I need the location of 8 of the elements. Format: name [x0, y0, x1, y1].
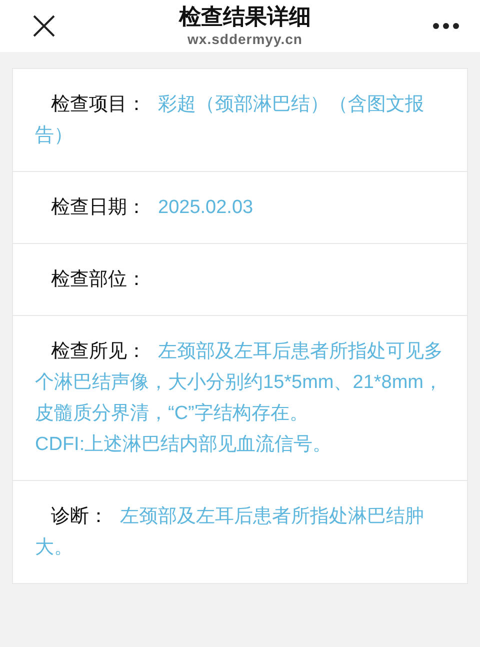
site-domain: wx.sddermyy.cn — [188, 30, 302, 48]
page-title: 检查结果详细 — [179, 4, 311, 30]
field-entry: 检查部位： — [50, 268, 147, 292]
field-entry: 诊断： 左颈部及左耳后患者所指处淋巴结肿大。 — [35, 505, 425, 560]
field-entry: 检查所见： 左颈部及左耳后患者所指处可见多个淋巴结声像，大小分别约15*5mm、21*8mm，皮髓质分界清，“C”字结构存在。 CDFI:上述淋巴结内部见血流信号。 — [35, 340, 444, 457]
field-entry: 检查日期： 2025.02.03 — [50, 196, 254, 220]
more-icon[interactable] — [432, 22, 460, 30]
field-entry: 检查项目： 彩超（颈部淋巴结）（含图文报告） — [35, 93, 425, 148]
